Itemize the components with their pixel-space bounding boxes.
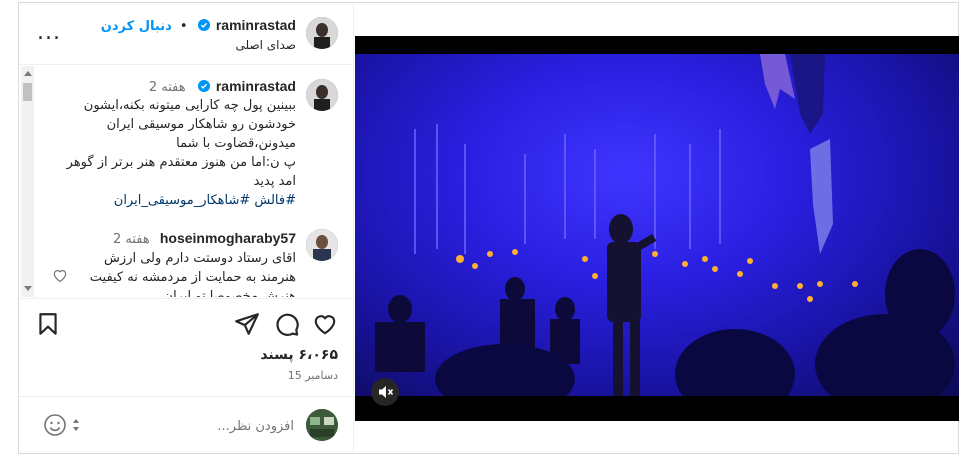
header-username[interactable]: raminrastad <box>216 17 296 33</box>
comments-scrollbar[interactable] <box>21 66 34 297</box>
heart-icon[interactable] <box>312 311 338 337</box>
comment-username[interactable]: raminrastad <box>216 78 296 94</box>
scroll-up-arrow-icon[interactable] <box>24 71 32 76</box>
emoji-icon[interactable] <box>43 413 67 437</box>
post-details-panel: ... دنبال کردن • raminrastad صدای اصلی 2… <box>19 3 354 453</box>
comment-meta: 2 هفته hoseinmogharaby57 <box>113 230 296 247</box>
comment-input[interactable] <box>144 416 294 436</box>
comment-time[interactable]: 2 هفته <box>113 232 150 247</box>
post-actions: ۶،۰۶۵ پسند دسامبر 15 <box>19 298 354 396</box>
comment-avatar[interactable] <box>306 229 338 261</box>
comment-meta: 2 هفته raminrastad <box>149 78 296 95</box>
caption-text: ببینین پول چه کارایی میتونه بکنه،ایشون خ… <box>66 96 296 210</box>
like-count[interactable]: ۶،۰۶۵ پسند <box>260 347 338 363</box>
spinner-arrows-icon[interactable] <box>71 416 81 434</box>
mute-toggle[interactable] <box>371 378 399 406</box>
audio-label[interactable]: صدای اصلی <box>235 38 296 52</box>
concert-scene <box>375 54 955 419</box>
avatar-image <box>306 229 338 261</box>
concert-video-frame <box>355 54 959 419</box>
avatar-image <box>306 17 338 49</box>
header-avatar[interactable] <box>306 17 338 49</box>
post-header: ... دنبال کردن • raminrastad صدای اصلی <box>19 3 354 65</box>
speaker-muted-icon <box>379 386 394 398</box>
current-user-avatar <box>306 409 338 441</box>
add-comment-bar <box>19 396 354 453</box>
avatar-image <box>306 409 338 441</box>
verified-badge-icon <box>197 19 210 31</box>
caption-body: ببینین پول چه کارایی میتونه بکنه،ایشون خ… <box>66 98 296 189</box>
scroll-down-arrow-icon[interactable] <box>24 286 32 291</box>
comment-time[interactable]: 2 هفته <box>149 80 186 95</box>
header-user-line: دنبال کردن • raminrastad <box>101 17 296 34</box>
post-date[interactable]: دسامبر 15 <box>288 369 338 382</box>
separator-dot: • <box>179 19 188 34</box>
caption-hashtags[interactable]: #فالش #شاهکار_موسیقی_ایران <box>66 191 296 210</box>
post-dialog: ... دنبال کردن • raminrastad صدای اصلی 2… <box>18 2 959 454</box>
video-player[interactable] <box>355 36 959 421</box>
comment-icon[interactable] <box>274 311 300 337</box>
heart-icon[interactable] <box>51 266 69 284</box>
comments-list[interactable]: 2 هفته raminrastad ببینین پول چه کارایی … <box>19 66 354 297</box>
share-icon[interactable] <box>234 311 260 337</box>
avatar-image <box>306 79 338 111</box>
follow-button[interactable]: دنبال کردن <box>101 19 172 34</box>
bookmark-icon[interactable] <box>35 311 61 337</box>
comment-username[interactable]: hoseinmogharaby57 <box>160 230 296 246</box>
comment-avatar[interactable] <box>306 79 338 111</box>
scroll-thumb[interactable] <box>23 83 32 101</box>
comment-text: اقای رستاد دوستت دارم ولی ارزش هنرمند به… <box>89 251 296 297</box>
verified-badge-icon <box>197 80 210 92</box>
more-options-button[interactable]: ... <box>37 22 61 44</box>
